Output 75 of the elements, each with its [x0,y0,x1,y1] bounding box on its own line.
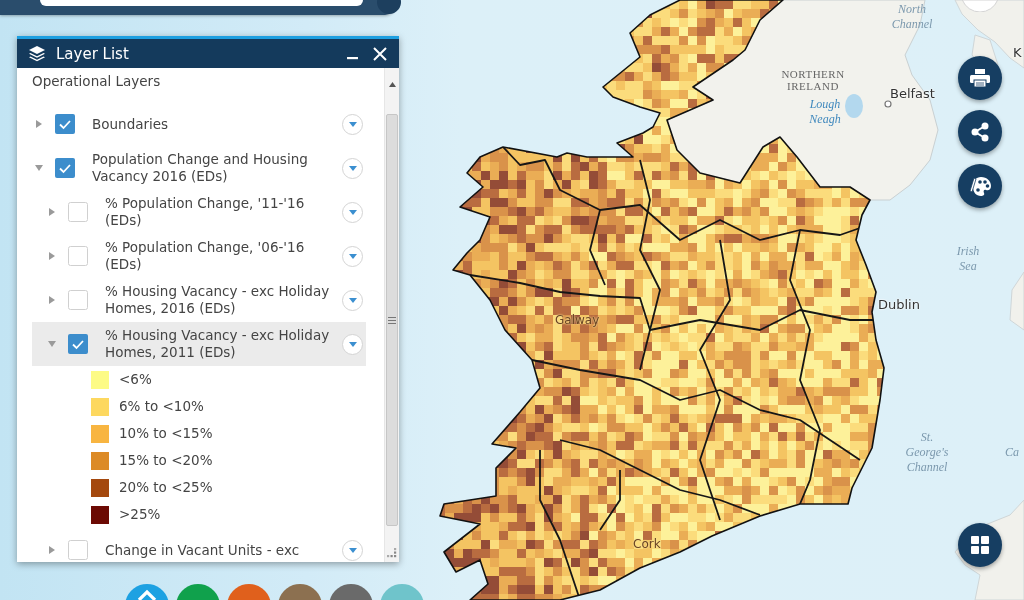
layer-menu-button[interactable] [342,157,363,179]
app-button[interactable] [176,583,220,600]
caret-right-icon[interactable] [49,252,55,260]
water-label: St. George's Channel [905,430,949,475]
scrollbar[interactable] [384,68,399,562]
caret-down-icon[interactable] [48,341,56,347]
city-label: K [1013,45,1022,60]
layer-item[interactable]: % Population Change, '06-'16 (EDs) [32,234,366,278]
layer-item[interactable]: % Housing Vacancy - exc Holiday Homes, 2016 (EDs) [32,278,366,322]
legend-label: 6% to <10% [119,398,204,415]
layer-menu-button[interactable] [342,245,363,267]
layer-item[interactable]: Population Change and Housing Vacancy 2016 (EDs) [32,146,366,190]
caret-right-icon[interactable] [36,120,42,128]
checkbox[interactable] [68,202,88,222]
checkbox[interactable] [68,540,88,560]
caret-down-icon [348,121,357,127]
minimize-icon[interactable] [347,57,358,60]
layer-item[interactable]: % Population Change, '11-'16 (EDs) [32,190,366,234]
scrollbar-thumb[interactable] [386,114,398,526]
city-label: Dublin [878,297,920,312]
grid-icon [971,536,989,554]
grip-icon [388,316,396,324]
layer-item[interactable]: Boundaries [32,102,366,146]
water-label: Irish Sea [956,244,980,274]
caret-right-icon[interactable] [49,546,55,554]
layer-menu-button[interactable] [342,289,363,311]
layer-menu-button[interactable] [342,113,363,135]
caret-down-icon [348,547,357,553]
resize-handle-icon[interactable] [387,548,397,558]
legend-label: 10% to <15% [119,425,213,442]
legend-label: >25% [119,506,161,523]
caret-right-icon[interactable] [49,208,55,216]
share-icon [971,122,989,142]
app-button[interactable] [125,583,169,600]
lake-label: Lough Neagh [809,97,841,127]
water-label: Ca [1005,445,1019,460]
caret-down-icon [348,165,357,171]
legend-label: <6% [119,371,152,388]
caret-down-icon [348,297,357,303]
legend-label: 15% to <20% [119,452,213,469]
lough-neagh-lake [845,94,863,118]
legend-label: 20% to <25% [119,479,213,496]
layer-item[interactable]: % Housing Vacancy - exc Holiday Homes, 2011 (EDs) [32,322,366,366]
caret-down-icon [348,341,357,347]
checkbox[interactable] [68,246,88,266]
chevron-up-icon [137,589,157,600]
close-icon[interactable] [373,46,387,61]
search-field[interactable] [40,0,363,6]
city-label: Belfast [890,86,935,101]
town-label: Cork [633,537,661,551]
region-label: NORTHERN IRELAND [781,68,845,92]
caret-down-icon [348,209,357,215]
checkbox[interactable] [68,334,88,354]
layer-menu-button[interactable] [342,201,363,223]
arrow-up-icon[interactable] [388,82,396,87]
layer-item[interactable]: Change in Vacant Units - exc [32,528,366,562]
printer-icon [970,69,990,87]
caret-right-icon[interactable] [49,296,55,304]
layer-menu-button[interactable] [342,539,363,561]
app-button[interactable] [227,583,271,600]
panel-title: Layer List [56,44,129,63]
island-land [1009,271,1024,331]
caret-down-icon[interactable] [35,165,43,171]
layers-icon [28,45,46,62]
palette-icon [969,176,991,196]
checkbox[interactable] [55,158,75,178]
app-button[interactable] [278,583,322,600]
layer-menu-button[interactable] [342,333,363,355]
checkbox[interactable] [55,114,75,134]
app-button[interactable] [329,583,373,600]
section-heading: Operational Layers [32,73,161,90]
checkbox[interactable] [68,290,88,310]
city-marker-icon [884,100,892,108]
water-label: North Channel [891,2,933,32]
caret-down-icon [348,253,357,259]
